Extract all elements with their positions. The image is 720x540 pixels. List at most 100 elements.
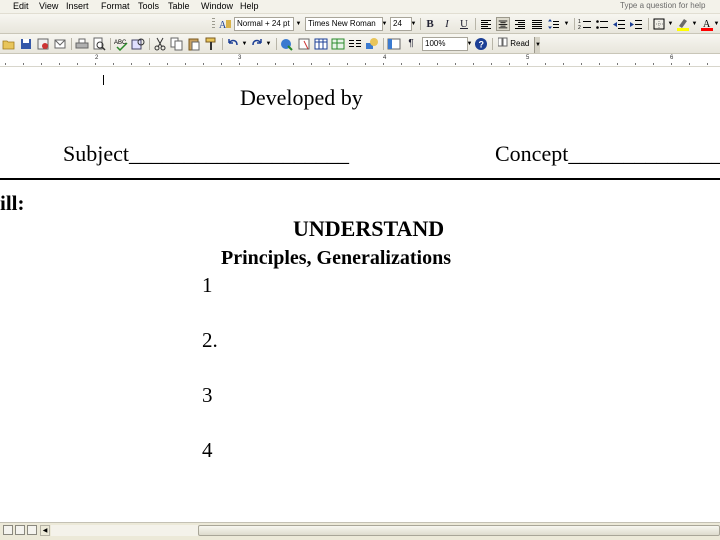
email-icon[interactable] [53,37,67,51]
menu-table[interactable]: Table [168,1,190,11]
toolbar-grip[interactable] [212,18,215,30]
align-center-icon[interactable] [496,17,510,31]
zoom-select[interactable]: 100% [422,37,468,51]
separator [492,38,493,50]
ruler-tick [581,63,582,65]
cut-icon[interactable] [153,37,167,51]
ruler-tick [203,63,204,65]
help-search-box[interactable]: Type a question for help [618,0,720,12]
normal-view-icon[interactable] [3,525,13,535]
bold-button[interactable]: B [423,17,437,31]
open-icon[interactable] [2,37,16,51]
ruler-tick [365,63,366,65]
spelling-icon[interactable]: ABC [114,37,128,52]
read-button[interactable]: Read [496,37,531,51]
menu-file-fragment[interactable]: · [0,1,1,11]
redo-dropdown-icon[interactable]: ▼ [264,37,273,51]
print-layout-view-icon[interactable] [27,525,37,535]
menu-view[interactable]: View [39,1,58,11]
borders-icon[interactable] [652,17,666,31]
numbering-icon[interactable]: 12 [578,17,592,31]
save-icon[interactable] [19,37,33,51]
font-dropdown-icon[interactable]: ▼ [380,17,389,31]
columns-icon[interactable] [348,37,362,51]
undo-dropdown-icon[interactable]: ▼ [240,37,249,51]
line-spacing-icon[interactable] [547,17,561,31]
separator [149,38,150,50]
borders-dropdown-icon[interactable]: ▼ [666,17,675,31]
print-icon[interactable] [75,37,89,51]
ruler-tick [257,63,258,65]
menu-format[interactable]: Format [101,1,130,11]
paste-icon[interactable] [187,37,201,51]
ruler-tick [329,63,330,65]
ruler-tick [509,63,510,65]
decrease-indent-icon[interactable] [612,17,626,31]
ruler-tick [5,63,6,65]
font-size-dropdown-icon[interactable]: ▼ [409,17,418,31]
font-select[interactable]: Times New Roman [305,17,383,31]
style-dropdown-icon[interactable]: ▼ [294,17,303,31]
ruler-tick [689,63,690,65]
insert-worksheet-icon[interactable] [331,37,345,51]
align-left-icon[interactable] [479,17,493,31]
show-hide-formatting-button[interactable]: ¶ [404,37,418,51]
list-item-number: 4 [202,438,213,462]
align-right-icon[interactable] [513,17,527,31]
tables-borders-icon[interactable] [297,37,311,51]
bullets-icon[interactable] [595,17,609,31]
copy-icon[interactable] [170,37,184,51]
text-cursor [103,75,104,85]
help-icon[interactable]: ? [474,37,488,51]
underline-button[interactable]: U [457,17,471,31]
web-layout-view-icon[interactable] [15,525,25,535]
menu-tools[interactable]: Tools [138,1,159,11]
read-label: Read [510,39,530,48]
highlight-icon[interactable] [676,17,690,31]
print-preview-icon[interactable] [92,37,106,51]
ruler-tick [347,63,348,65]
ruler-number: 2 [95,55,99,61]
hyperlink-icon[interactable] [280,37,294,51]
research-icon[interactable] [131,37,145,51]
menu-help[interactable]: Help [240,1,259,11]
insert-table-icon[interactable] [314,37,328,51]
redo-icon[interactable] [250,37,264,51]
line-spacing-dropdown-icon[interactable]: ▼ [562,17,571,31]
styles-formatting-icon[interactable]: A [218,17,232,31]
zoom-dropdown-icon[interactable]: ▼ [465,37,474,51]
style-select[interactable]: Normal + 24 pt [234,17,294,31]
drawing-icon[interactable] [365,37,379,51]
ruler-number: 6 [670,55,674,61]
justify-icon[interactable] [530,17,544,31]
permission-icon[interactable] [36,37,50,51]
document-map-icon[interactable] [387,37,401,51]
ruler-tick [311,63,312,65]
menu-insert[interactable]: Insert [66,1,89,11]
toolbar-options-icon[interactable]: ▼ [534,37,541,53]
list-item-number: 3 [202,383,213,407]
svg-text:A: A [219,20,227,31]
highlight-dropdown-icon[interactable]: ▼ [690,17,699,31]
font-color-dropdown-icon[interactable]: ▼ [712,17,720,31]
standard-toolbar: ABC ▼ ▼ ¶ 100% ▼ ? Read ▼ [0,34,720,54]
increase-indent-icon[interactable] [629,17,643,31]
document-page[interactable]: Developed by Subject____________________… [0,67,720,522]
scroll-left-icon[interactable]: ◀ [40,525,50,536]
menu-window[interactable]: Window [201,1,233,11]
ruler-tick [77,63,78,65]
italic-button[interactable]: I [440,17,454,31]
ruler-tick [671,63,672,65]
ruler-tick [617,63,618,65]
ruler-tick [563,63,564,65]
developed-by-text: Developed by [240,85,363,110]
skill-label: ill: [0,191,25,215]
ruler-tick [275,63,276,65]
format-painter-icon[interactable] [204,37,218,51]
ruler-tick [23,63,24,65]
horizontal-scroll-thumb[interactable] [198,525,720,536]
menu-edit[interactable]: Edit [13,1,29,11]
concept-field: Concept______________ [495,141,720,166]
undo-icon[interactable] [226,37,240,51]
horizontal-ruler[interactable]: 2 3 4 5 6 [0,55,720,67]
